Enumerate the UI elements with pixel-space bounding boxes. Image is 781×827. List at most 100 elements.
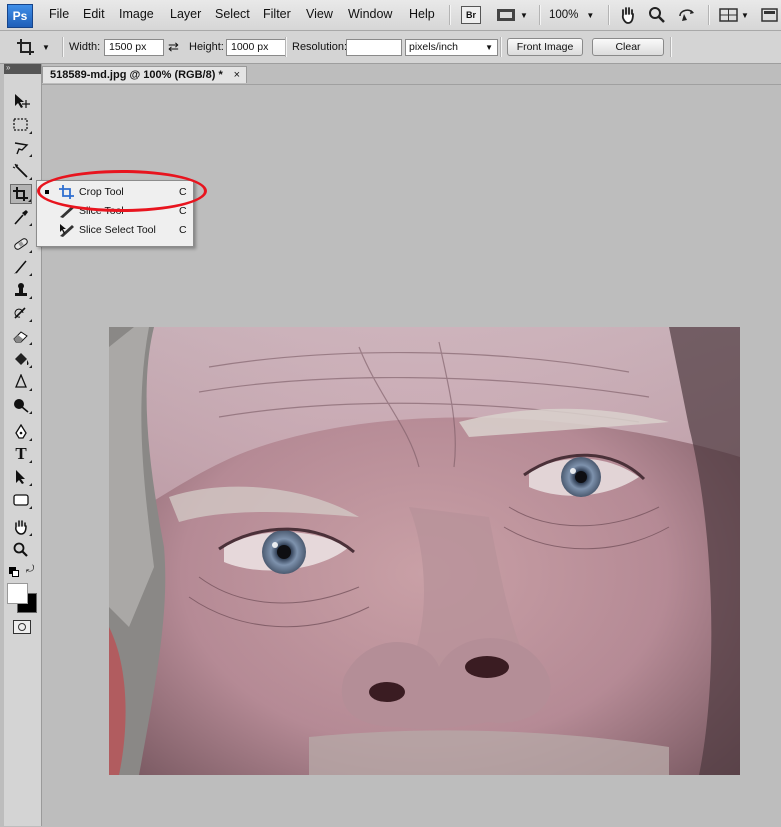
width-input[interactable]: 1500 px <box>104 39 164 56</box>
hand-icon <box>15 520 27 535</box>
move-tool[interactable] <box>10 91 32 111</box>
height-label: Height: <box>189 41 224 53</box>
resolution-input[interactable] <box>346 39 402 56</box>
zoom-tool[interactable] <box>10 540 32 560</box>
screen-mode-button[interactable] <box>761 5 779 25</box>
arrange-documents-button[interactable]: ▼ <box>719 5 749 25</box>
tool-group-indicator <box>29 223 32 226</box>
tool-group-indicator <box>28 199 31 202</box>
options-separator <box>670 37 672 57</box>
eyedropper-tool[interactable] <box>10 207 32 227</box>
collapse-icon: » <box>6 63 11 72</box>
drop-icon <box>15 374 27 388</box>
menu-separator <box>708 5 710 25</box>
rotate-view-button[interactable] <box>676 5 698 25</box>
tool-group-indicator <box>29 388 32 391</box>
eraser-tool[interactable] <box>10 326 32 346</box>
tool-group-indicator <box>29 483 32 486</box>
dodge-tool[interactable] <box>10 395 32 415</box>
options-separator <box>500 37 502 57</box>
eyedropper-icon <box>14 210 28 225</box>
tool-group-indicator <box>29 154 32 157</box>
crop-tool[interactable] <box>10 184 32 204</box>
menu-view[interactable]: View <box>306 7 333 21</box>
history-brush-tool[interactable] <box>10 303 32 323</box>
rectangular-marquee-icon <box>13 118 28 131</box>
brush-icon <box>14 260 27 274</box>
tool-preset-picker[interactable]: ▼ <box>16 37 54 57</box>
foreground-color-swatch[interactable] <box>7 583 28 604</box>
resolution-units-select[interactable]: pixels/inch ▼ <box>405 39 498 56</box>
face-photo <box>109 327 740 775</box>
swap-dimensions-icon[interactable]: ⇄ <box>168 39 179 55</box>
brush-tool[interactable] <box>10 257 32 277</box>
screen-mode-icon <box>761 8 778 22</box>
tool-group-indicator <box>29 131 32 134</box>
magnifier-icon <box>13 542 28 557</box>
options-separator <box>62 37 64 57</box>
tool-group-indicator <box>29 342 32 345</box>
lasso-tool[interactable] <box>10 138 32 158</box>
chevron-down-icon: ▼ <box>741 10 749 20</box>
blur-tool[interactable] <box>10 372 32 392</box>
front-image-button[interactable]: Front Image <box>507 38 583 56</box>
options-bar: ▼ Width: 1500 px ⇄ Height: 1000 px Resol… <box>0 31 781 64</box>
marquee-tool[interactable] <box>10 115 32 135</box>
healing-brush-tool[interactable] <box>10 234 32 254</box>
menu-help[interactable]: Help <box>409 7 435 21</box>
flyout-item-slice-select-tool[interactable]: Slice Select Tool C <box>37 221 193 240</box>
path-selection-icon <box>16 470 25 484</box>
document-image[interactable] <box>109 327 740 775</box>
slice-select-icon <box>60 224 74 237</box>
hand-tool[interactable] <box>10 517 32 537</box>
zoom-tool-button[interactable] <box>647 5 667 25</box>
eraser-icon <box>13 331 28 343</box>
pen-icon <box>15 424 27 439</box>
hand-tool-button[interactable] <box>618 5 638 25</box>
default-colors-icon[interactable] <box>9 567 19 577</box>
chevron-down-icon: ▼ <box>520 10 528 20</box>
lasso-icon <box>14 142 29 155</box>
close-icon[interactable]: × <box>234 67 240 84</box>
shape-tool[interactable] <box>10 490 32 510</box>
menu-image[interactable]: Image <box>119 7 154 21</box>
quick-mask-button[interactable] <box>13 620 31 634</box>
magic-wand-icon <box>12 163 28 178</box>
clear-button[interactable]: Clear <box>592 38 664 56</box>
menu-select[interactable]: Select <box>215 7 250 21</box>
zoom-level-dropdown[interactable]: 100% ▼ <box>549 5 594 25</box>
document-tab[interactable]: 518589-md.jpg @ 100% (RGB/8) * × <box>42 66 247 83</box>
rectangle-shape-icon <box>13 494 29 506</box>
bridge-button[interactable]: Br <box>461 5 481 25</box>
clone-stamp-tool[interactable] <box>10 280 32 300</box>
crop-icon <box>17 39 34 55</box>
tool-group-indicator <box>29 319 32 322</box>
tools-panel-header[interactable]: » <box>4 63 41 74</box>
type-icon: T <box>15 444 27 463</box>
menu-layer[interactable]: Layer <box>170 7 201 21</box>
paint-bucket-tool[interactable] <box>10 349 32 369</box>
type-tool[interactable]: T <box>10 444 32 464</box>
screen-layout-button[interactable]: ▼ <box>496 5 528 25</box>
quick-selection-tool[interactable] <box>10 161 32 181</box>
photoshop-logo: Ps <box>7 4 33 28</box>
tool-group-indicator <box>29 411 32 414</box>
hand-icon <box>621 7 634 24</box>
menu-filter[interactable]: Filter <box>263 7 291 21</box>
move-icon <box>15 94 30 108</box>
resolution-units-value: pixels/inch <box>409 41 459 53</box>
history-brush-icon <box>14 307 26 319</box>
menu-window[interactable]: Window <box>348 7 392 21</box>
height-input[interactable]: 1000 px <box>226 39 286 56</box>
arrange-icon <box>719 8 738 22</box>
menu-edit[interactable]: Edit <box>83 7 105 21</box>
swap-colors-icon[interactable]: ⤾ <box>26 564 34 575</box>
chevron-down-icon: ▼ <box>586 10 595 20</box>
pen-tool[interactable] <box>10 422 32 442</box>
flyout-item-label: Slice Select Tool <box>79 224 156 236</box>
magnifier-icon <box>649 7 665 23</box>
film-strip-icon <box>497 9 515 21</box>
menu-file[interactable]: File <box>49 7 69 21</box>
path-selection-tool[interactable] <box>10 467 32 487</box>
menu-separator <box>539 5 541 25</box>
